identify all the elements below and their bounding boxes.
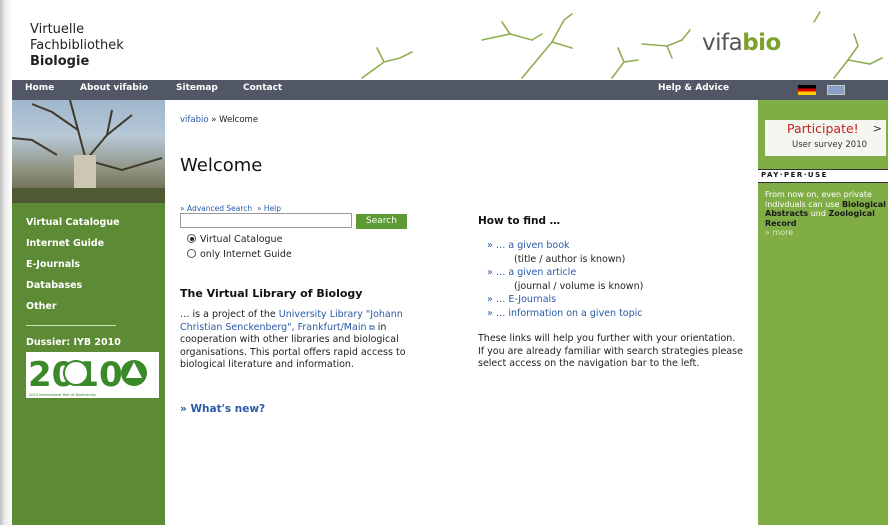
pay-per-use-banner: PAY·PER·USE	[758, 169, 888, 183]
radio-virtual-catalogue[interactable]: Virtual Catalogue	[187, 234, 282, 245]
pay-per-use-text: From now on, even private indivduals can…	[765, 190, 887, 238]
ppu-more-link[interactable]: » more	[765, 228, 793, 237]
advanced-search-link[interactable]: » Advanced Search	[180, 204, 252, 213]
iyb-logo-graphic: 2010	[28, 355, 147, 395]
site-title-line1: Virtuelle	[30, 22, 85, 37]
english-flag-icon[interactable]	[827, 85, 845, 95]
participate-subtitle: User survey 2010	[792, 140, 868, 150]
how-to-find-list: » … a given book (title / author is know…	[487, 239, 643, 320]
sidebar-item-e-journals[interactable]: E-Journals	[26, 259, 80, 270]
breadcrumb-current: Welcome	[219, 115, 259, 125]
sidebar-item-virtual-catalogue[interactable]: Virtual Catalogue	[26, 217, 120, 228]
howto-link-book[interactable]: » … a given book	[487, 239, 643, 253]
german-flag-icon[interactable]	[798, 85, 816, 95]
sidebar-item-other[interactable]: Other	[26, 301, 57, 312]
iyb-logo-caption: 2010 International Year of Biodiversity	[29, 393, 97, 397]
chevron-right-icon: >	[872, 122, 882, 135]
nav-help-advice[interactable]: Help & Advice	[658, 83, 729, 93]
dossier-label[interactable]: Dussier: IYB 2010	[26, 337, 121, 348]
how-to-find-title: How to find …	[478, 215, 561, 227]
nav-home[interactable]: Home	[25, 83, 54, 93]
external-link-icon: ⧉	[366, 322, 375, 332]
participate-box[interactable]: Participate! > User survey 2010	[765, 120, 886, 156]
radio-internet-guide[interactable]: only Internet Guide	[187, 249, 292, 260]
search-button[interactable]: Search	[356, 214, 407, 229]
help-text: These links will help you further with y…	[478, 333, 743, 369]
ppu-text-part2: und	[808, 209, 829, 218]
search-input[interactable]	[180, 213, 352, 228]
search-links: » Advanced Search » Help	[180, 204, 281, 213]
radio-unselected-icon[interactable]	[187, 249, 196, 258]
howto-link-ejournals[interactable]: » … E-Journals	[487, 293, 643, 307]
site-title[interactable]: Virtuelle Fachbibliothek Biologie	[30, 22, 124, 70]
page-title: Welcome	[180, 155, 263, 176]
participate-title: Participate!	[787, 121, 859, 136]
brand-logo[interactable]: vifabio	[702, 30, 781, 56]
main-content: vifabio » Welcome Welcome » Advanced Sea…	[165, 100, 758, 525]
brand-prefix: vifa	[702, 30, 743, 56]
whats-new-link[interactable]: » What's new?	[180, 403, 265, 415]
pay-per-use-label: PAY·PER·USE	[761, 171, 828, 179]
sidebar-item-internet-guide[interactable]: Internet Guide	[26, 238, 104, 249]
radio-selected-icon[interactable]	[187, 234, 196, 243]
brand-suffix: bio	[742, 30, 781, 56]
left-sidebar: Virtual Catalogue Internet Guide E-Journ…	[12, 100, 165, 525]
howto-link-topic[interactable]: » … information on a given topic	[487, 307, 643, 321]
window-frame-shadow	[0, 0, 12, 525]
nav-about[interactable]: About vifabio	[80, 83, 148, 93]
intro-text-before: … is a project of the	[180, 309, 279, 320]
howto-link-article[interactable]: » … a given article	[487, 266, 643, 280]
tree-photo	[12, 100, 165, 203]
sidebar-item-databases[interactable]: Databases	[26, 280, 82, 291]
intro-paragraph: … is a project of the University Library…	[180, 309, 425, 372]
header: Virtuelle Fachbibliothek Biologie vifabi…	[12, 0, 888, 80]
top-navigation: Home About vifabio Sitemap Contact Help …	[12, 80, 888, 100]
radio-label-internet-guide: only Internet Guide	[200, 249, 292, 260]
breadcrumb-separator: »	[208, 115, 220, 125]
breadcrumb: vifabio » Welcome	[180, 115, 258, 125]
site-title-line3: Biologie	[30, 54, 90, 69]
radio-label-virtual-catalogue: Virtual Catalogue	[200, 234, 283, 245]
right-sidebar: Participate! > User survey 2010 PAY·PER·…	[758, 100, 888, 525]
sidebar-divider	[26, 325, 116, 326]
help-link[interactable]: » Help	[257, 204, 281, 213]
iyb-2010-logo[interactable]: 2010 2010 International Year of Biodiver…	[26, 352, 159, 398]
howto-note-book: (title / author is known)	[514, 253, 626, 265]
section-title: The Virtual Library of Biology	[180, 287, 363, 300]
nav-sitemap[interactable]: Sitemap	[176, 83, 218, 93]
site-title-line2: Fachbibliothek	[30, 38, 124, 53]
nav-contact[interactable]: Contact	[243, 83, 282, 93]
howto-note-article: (journal / volume is known)	[514, 280, 644, 292]
breadcrumb-home-link[interactable]: vifabio	[180, 115, 209, 125]
